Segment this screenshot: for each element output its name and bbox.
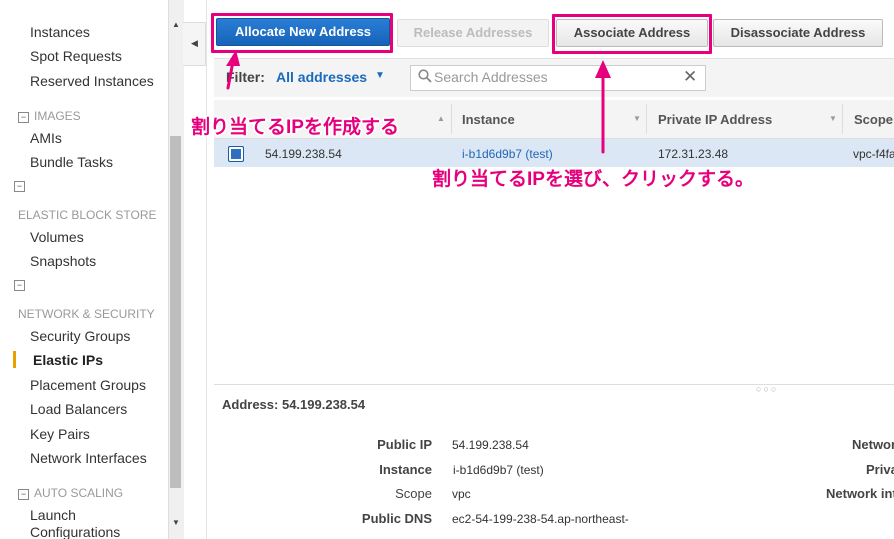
details-title: Address: 54.199.238.54 xyxy=(222,397,366,412)
detail-label-private: Priva xyxy=(866,462,894,477)
detail-label-instance: Instance xyxy=(379,462,432,477)
detail-value-public-ip: 54.199.238.54 xyxy=(452,438,529,452)
sidebar-item-amis[interactable]: AMIs xyxy=(30,130,62,146)
sidebar-section-label: IMAGES xyxy=(34,109,81,123)
column-divider xyxy=(451,104,452,134)
details-divider xyxy=(214,384,894,385)
detail-label-public-dns: Public DNS xyxy=(361,511,432,526)
cell-instance-link[interactable]: i-b1d6d9b7 (test) xyxy=(462,147,553,161)
divider xyxy=(206,0,207,539)
sidebar-item-spot-requests[interactable]: Spot Requests xyxy=(30,48,122,64)
filter-label: Filter: xyxy=(226,69,265,85)
column-header-instance[interactable]: Instance xyxy=(462,112,515,127)
scrollbar-thumb[interactable] xyxy=(170,136,181,488)
sidebar-item-network-interfaces[interactable]: Network Interfaces xyxy=(30,450,147,466)
sidebar-section-label: AUTO SCALING xyxy=(34,486,124,500)
collapse-icon[interactable]: − xyxy=(14,280,25,291)
sidebar-item-launch-configurations[interactable]: Launch Configurations xyxy=(30,507,155,539)
collapse-icon[interactable]: − xyxy=(18,489,29,500)
sidebar-item-volumes[interactable]: Volumes xyxy=(30,229,84,245)
chevron-down-icon[interactable]: ▼ xyxy=(829,114,837,123)
cell-address: 54.199.238.54 xyxy=(265,147,342,161)
sidebar-item-security-groups[interactable]: Security Groups xyxy=(30,328,130,344)
sidebar-item-placement-groups[interactable]: Placement Groups xyxy=(30,377,146,393)
column-header-private-ip[interactable]: Private IP Address xyxy=(658,112,772,127)
detail-label-public-ip: Public IP xyxy=(377,437,432,452)
chevron-down-icon[interactable]: ▼ xyxy=(633,114,641,123)
chevron-left-icon: ◀ xyxy=(191,38,198,48)
chevron-down-icon[interactable]: ▼ xyxy=(375,70,385,81)
search-input[interactable] xyxy=(434,67,674,87)
sidebar-item-bundle-tasks[interactable]: Bundle Tasks xyxy=(30,154,113,170)
column-header-scope[interactable]: Scope xyxy=(854,112,893,127)
release-addresses-button: Release Addresses xyxy=(397,19,549,47)
column-divider xyxy=(646,104,647,134)
search-icon xyxy=(418,69,432,83)
collapse-icon[interactable]: − xyxy=(18,112,29,123)
allocate-highlight-box xyxy=(211,13,393,53)
disassociate-address-button[interactable]: Disassociate Address xyxy=(713,19,883,47)
sidebar-item-elastic-ips[interactable]: Elastic IPs xyxy=(33,352,103,368)
filter-dropdown[interactable]: All addresses xyxy=(276,69,367,85)
sidebar-item-instances[interactable]: Instances xyxy=(30,24,90,40)
sidebar-item-snapshots[interactable]: Snapshots xyxy=(30,253,96,269)
cell-private-ip: 172.31.23.48 xyxy=(658,147,729,161)
scroll-down-icon[interactable]: ▼ xyxy=(172,518,180,527)
resize-handle-icon[interactable]: ○○○ xyxy=(756,384,778,394)
detail-label-scope: Scope xyxy=(395,486,432,501)
detail-value-public-dns: ec2-54-199-238-54.ap-northeast- xyxy=(452,512,629,526)
annotation-associate-note: 割り当てるIPを選び、クリックする。 xyxy=(432,169,754,190)
sort-asc-icon[interactable]: ▲ xyxy=(437,114,445,123)
cell-scope: vpc-f4fa xyxy=(853,147,894,161)
detail-label-network-interface: Network int xyxy=(826,486,894,501)
sidebar: Instances Spot Requests Reserved Instanc… xyxy=(0,0,168,539)
annotation-allocate-note: 割り当てるIPを作成する xyxy=(191,117,399,138)
sidebar-section-images[interactable]: − IMAGES xyxy=(18,109,81,123)
sidebar-section-auto-scaling[interactable]: − AUTO SCALING xyxy=(18,486,123,500)
detail-value-scope: vpc xyxy=(452,487,471,501)
active-indicator xyxy=(13,351,16,368)
sidebar-section-ebs: ELASTIC BLOCK STORE xyxy=(18,208,157,222)
row-checkbox[interactable] xyxy=(228,146,244,162)
close-icon[interactable]: ✕ xyxy=(683,68,697,85)
column-divider xyxy=(842,104,843,134)
sidebar-item-key-pairs[interactable]: Key Pairs xyxy=(30,426,90,442)
scroll-up-icon[interactable]: ▲ xyxy=(172,20,180,29)
collapse-icon[interactable]: − xyxy=(14,181,25,192)
sidebar-section-network: NETWORK & SECURITY xyxy=(18,307,155,321)
detail-label-network: Networ xyxy=(852,437,894,452)
sidebar-item-load-balancers[interactable]: Load Balancers xyxy=(30,401,127,417)
associate-highlight-box xyxy=(552,14,712,54)
sidebar-item-reserved-instances[interactable]: Reserved Instances xyxy=(30,73,154,89)
detail-value-instance-link[interactable]: i-b1d6d9b7 (test) xyxy=(453,463,544,477)
